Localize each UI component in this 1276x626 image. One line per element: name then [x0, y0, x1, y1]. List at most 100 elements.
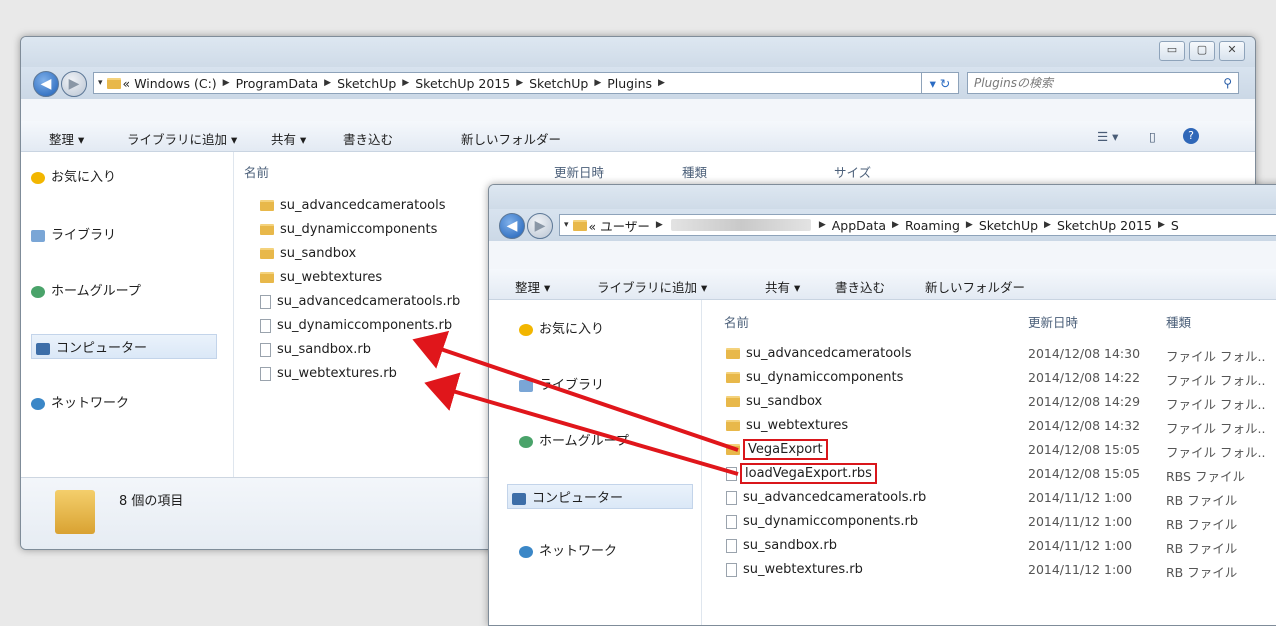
- file-icon: [260, 366, 271, 381]
- burn-button[interactable]: 書き込む: [835, 277, 885, 296]
- nav-label: お気に入り: [51, 170, 117, 185]
- chevron-right-icon[interactable]: ▶: [594, 78, 601, 88]
- back-button[interactable]: ◀: [33, 71, 59, 97]
- organize-menu[interactable]: 整理 ▾: [515, 277, 550, 296]
- homegroup-icon: [519, 435, 533, 448]
- nav-network[interactable]: ネットワーク: [519, 540, 617, 559]
- chevron-right-icon[interactable]: ▶: [223, 78, 230, 88]
- navigation-pane: お気に入り ライブラリ ホームグループ コンピューター ネットワーク: [489, 300, 702, 625]
- column-header-size[interactable]: サイズ: [834, 162, 871, 181]
- chevron-right-icon[interactable]: ▶: [1044, 220, 1051, 230]
- help-icon[interactable]: ?: [1183, 128, 1199, 144]
- file-row[interactable]: su_sandbox: [726, 394, 822, 409]
- column-header-type[interactable]: 種類: [682, 162, 707, 181]
- nav-homegroup[interactable]: ホームグループ: [31, 280, 141, 299]
- file-row[interactable]: VegaExport: [726, 439, 828, 460]
- search-icon[interactable]: ⚲: [1223, 73, 1232, 93]
- back-button[interactable]: ◀: [499, 213, 525, 239]
- breadcrumb-item[interactable]: SketchUp: [529, 76, 588, 91]
- file-row[interactable]: su_advancedcameratools: [260, 198, 446, 213]
- breadcrumb-item[interactable]: SketchUp 2015: [1057, 218, 1152, 233]
- column-header-name[interactable]: 名前: [244, 162, 269, 181]
- chevron-right-icon[interactable]: ▶: [819, 220, 826, 230]
- new-folder-button[interactable]: 新しいフォルダー: [461, 129, 561, 148]
- nav-favorites[interactable]: お気に入り: [31, 166, 116, 185]
- file-name: su_webtextures.rb: [743, 562, 863, 577]
- breadcrumb-item[interactable]: Windows (C:): [134, 76, 216, 91]
- file-row[interactable]: su_advancedcameratools: [726, 346, 912, 361]
- maximize-button[interactable]: ▢: [1189, 41, 1215, 61]
- chevron-right-icon[interactable]: ▶: [892, 220, 899, 230]
- minimize-button[interactable]: ▭: [1159, 41, 1185, 61]
- file-row[interactable]: su_dynamiccomponents: [260, 222, 437, 237]
- library-icon: [519, 379, 533, 392]
- chevron-right-icon[interactable]: ▶: [324, 78, 331, 88]
- chevron-right-icon[interactable]: ▶: [516, 78, 523, 88]
- file-row[interactable]: su_webtextures.rb: [726, 562, 863, 577]
- breadcrumb-item[interactable]: Roaming: [905, 218, 960, 233]
- file-row[interactable]: su_webtextures: [726, 418, 848, 433]
- breadcrumb-item[interactable]: S: [1171, 218, 1179, 233]
- refresh-button[interactable]: ▾ ↻: [921, 72, 959, 94]
- burn-button[interactable]: 書き込む: [343, 129, 393, 148]
- column-header-name[interactable]: 名前: [724, 312, 749, 331]
- breadcrumb-prefix[interactable]: « ユーザー: [589, 216, 650, 235]
- address-bar[interactable]: ▾ « Windows (C:) ▶ ProgramData ▶ SketchUp ▶…: [93, 72, 957, 94]
- share-menu[interactable]: 共有 ▾: [765, 277, 800, 296]
- breadcrumb-item[interactable]: SketchUp: [337, 76, 396, 91]
- file-row[interactable]: su_dynamiccomponents: [726, 370, 903, 385]
- file-row[interactable]: su_advancedcameratools.rb: [260, 294, 460, 309]
- file-date: 2014/12/08 15:05: [1028, 442, 1141, 457]
- new-folder-button[interactable]: 新しいフォルダー: [925, 277, 1025, 296]
- chevron-right-icon[interactable]: ▶: [658, 78, 665, 88]
- nav-computer[interactable]: コンピューター: [31, 334, 217, 359]
- breadcrumb-item[interactable]: ProgramData: [236, 76, 319, 91]
- star-icon: [31, 171, 45, 184]
- file-date: 2014/11/12 1:00: [1028, 562, 1133, 577]
- preview-pane-icon[interactable]: ▯: [1149, 129, 1156, 144]
- share-menu[interactable]: 共有 ▾: [271, 129, 306, 148]
- column-header-date[interactable]: 更新日時: [1028, 312, 1078, 331]
- file-row[interactable]: su_sandbox.rb: [726, 538, 837, 553]
- chevron-right-icon[interactable]: ▶: [402, 78, 409, 88]
- file-row[interactable]: su_advancedcameratools.rb: [726, 490, 926, 505]
- file-row[interactable]: su_dynamiccomponents.rb: [260, 318, 452, 333]
- file-row[interactable]: su_webtextures: [260, 270, 382, 285]
- file-row[interactable]: su_sandbox.rb: [260, 342, 371, 357]
- organize-menu[interactable]: 整理 ▾: [49, 129, 84, 148]
- nav-homegroup[interactable]: ホームグループ: [519, 430, 629, 449]
- breadcrumb-item[interactable]: SketchUp: [979, 218, 1038, 233]
- nav-label: ホームグループ: [539, 434, 629, 449]
- nav-libraries[interactable]: ライブラリ: [519, 374, 604, 393]
- file-row[interactable]: su_dynamiccomponents.rb: [726, 514, 918, 529]
- column-header-date[interactable]: 更新日時: [554, 162, 604, 181]
- nav-libraries[interactable]: ライブラリ: [31, 224, 116, 243]
- nav-network[interactable]: ネットワーク: [31, 392, 129, 411]
- column-header-type[interactable]: 種類: [1166, 312, 1191, 331]
- breadcrumb-item[interactable]: SketchUp 2015: [415, 76, 510, 91]
- address-bar[interactable]: ▾ « ユーザー ▶ ▶ AppData ▶ Roaming ▶ SketchUp ▶ …: [559, 214, 1276, 236]
- chevron-right-icon[interactable]: ▶: [656, 220, 663, 230]
- close-button[interactable]: ✕: [1219, 41, 1245, 61]
- chevron-right-icon[interactable]: ▶: [1158, 220, 1165, 230]
- dropdown-icon[interactable]: ▾: [564, 220, 569, 230]
- breadcrumb-item[interactable]: Plugins: [607, 76, 652, 91]
- add-to-library-menu[interactable]: ライブラリに追加 ▾: [597, 277, 707, 296]
- forward-button[interactable]: ▶: [527, 213, 553, 239]
- file-name: su_webtextures: [280, 270, 383, 285]
- add-to-library-menu[interactable]: ライブラリに追加 ▾: [127, 129, 237, 148]
- chevron-right-icon[interactable]: ▶: [966, 220, 973, 230]
- breadcrumb-item[interactable]: AppData: [832, 218, 886, 233]
- breadcrumb-prefix[interactable]: «: [123, 76, 131, 91]
- forward-button[interactable]: ▶: [61, 71, 87, 97]
- nav-label: お気に入り: [539, 322, 605, 337]
- dropdown-icon[interactable]: ▾: [98, 78, 103, 88]
- file-row[interactable]: loadVegaExport.rbs: [726, 463, 877, 484]
- nav-favorites[interactable]: お気に入り: [519, 318, 604, 337]
- file-row[interactable]: su_webtextures.rb: [260, 366, 397, 381]
- file-row[interactable]: su_sandbox: [260, 246, 356, 261]
- nav-computer[interactable]: コンピューター: [507, 484, 693, 509]
- view-options-icon[interactable]: ☰ ▾: [1097, 129, 1118, 144]
- file-name: su_advancedcameratools.rb: [277, 294, 461, 309]
- search-input[interactable]: Pluginsの検索 ⚲: [967, 72, 1239, 94]
